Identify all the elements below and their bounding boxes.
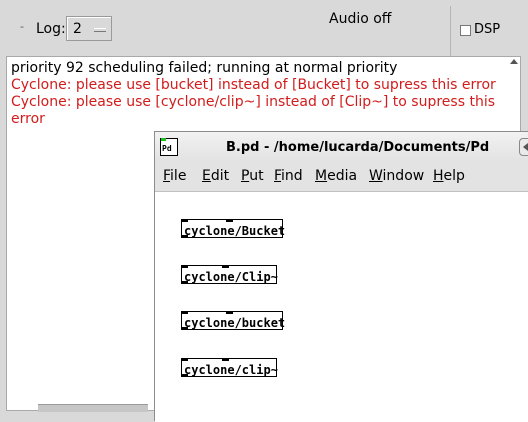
window-menu-icon[interactable] [519,138,528,156]
inlet-icon[interactable] [226,311,233,314]
menu-file[interactable]: File [163,168,186,184]
log-level-select[interactable]: 2 [66,16,112,41]
dsp-label: DSP [474,22,501,37]
menu-find[interactable]: Find [274,168,303,184]
menu-mnemonic: F [163,168,171,184]
inlet-icon[interactable] [222,358,229,361]
outlet-icon[interactable] [181,281,188,284]
outlet-icon[interactable] [181,374,188,377]
outlet-icon[interactable] [181,235,188,238]
log-label: Log: [36,21,66,37]
pd-object-box[interactable]: cyclone/Bucket [181,219,286,238]
menu-mnemonic: P [241,168,250,184]
log-level-value: 2 [73,21,82,37]
menu-help[interactable]: Help [433,168,465,184]
menu-label-rest: dit [210,168,230,184]
toolbar-divider [450,6,451,56]
inlet-icon[interactable] [181,219,188,222]
inlet-icon[interactable] [181,358,188,361]
main-toolbar: - Log: 2 Audio off DSP [0,0,528,56]
dsp-checkbox[interactable] [460,25,471,36]
pd-object-label: cyclone/Bucket [184,224,286,238]
menu-label-rest: ile [170,168,187,184]
console-line: priority 92 scheduling failed; running a… [11,60,398,76]
pd-object-label: cyclone/bucket [184,316,286,330]
pd-object-label: cyclone/Clip~ [184,270,278,284]
menu-mnemonic: W [369,168,383,184]
pd-icon-inlet-icon [161,138,166,141]
pd-object-box[interactable]: cyclone/bucket [181,311,286,330]
console-lines: priority 92 scheduling failed; running a… [11,60,501,128]
patch-window: Pd B.pd - /home/lucarda/Documents/Pd Fil… [154,131,528,422]
menu-mnemonic: F [274,168,282,184]
patch-menubar: File Edit Put Find Media Window Help [155,162,528,192]
pd-icon-label: Pd [162,144,172,153]
console-line: Cyclone: please use [bucket] instead of … [11,77,496,93]
menu-label-rest: elp [443,168,465,184]
menu-label-rest: ut [249,168,264,184]
patch-canvas[interactable]: cyclone/Bucket cyclone/Clip~ cyclone/bucke… [155,192,528,422]
menu-media[interactable]: Media [315,168,357,184]
patch-titlebar[interactable]: Pd B.pd - /home/lucarda/Documents/Pd [155,132,528,163]
inlet-icon[interactable] [222,265,229,268]
menu-edit[interactable]: Edit [202,168,229,184]
menu-put[interactable]: Put [241,168,264,184]
pd-object-label: cyclone/clip~ [184,363,278,377]
scroll-up-arrow-icon[interactable] [510,59,518,64]
menu-mnemonic: H [433,168,444,184]
menu-window[interactable]: Window [369,168,424,184]
audio-status: Audio off [329,11,392,27]
pd-app-icon: Pd [160,138,178,156]
menu-mnemonic: M [315,168,328,184]
inlet-icon[interactable] [181,265,188,268]
toolbar-grip: - [20,20,24,33]
menu-label-rest: edia [327,168,358,184]
outlet-icon[interactable] [181,327,188,330]
inlet-icon[interactable] [181,311,188,314]
menu-mnemonic: E [202,168,211,184]
inlet-icon[interactable] [226,219,233,222]
menu-label-rest: ind [281,168,303,184]
menu-label-rest: indow [382,168,425,184]
console-line: Cyclone: please use [cyclone/clip~] inst… [11,94,500,127]
pd-object-box[interactable]: cyclone/Clip~ [181,265,278,284]
pd-object-box[interactable]: cyclone/clip~ [181,358,278,377]
patch-window-title: B.pd - /home/lucarda/Documents/Pd [226,140,490,155]
option-menu-indicator-icon [94,28,106,32]
